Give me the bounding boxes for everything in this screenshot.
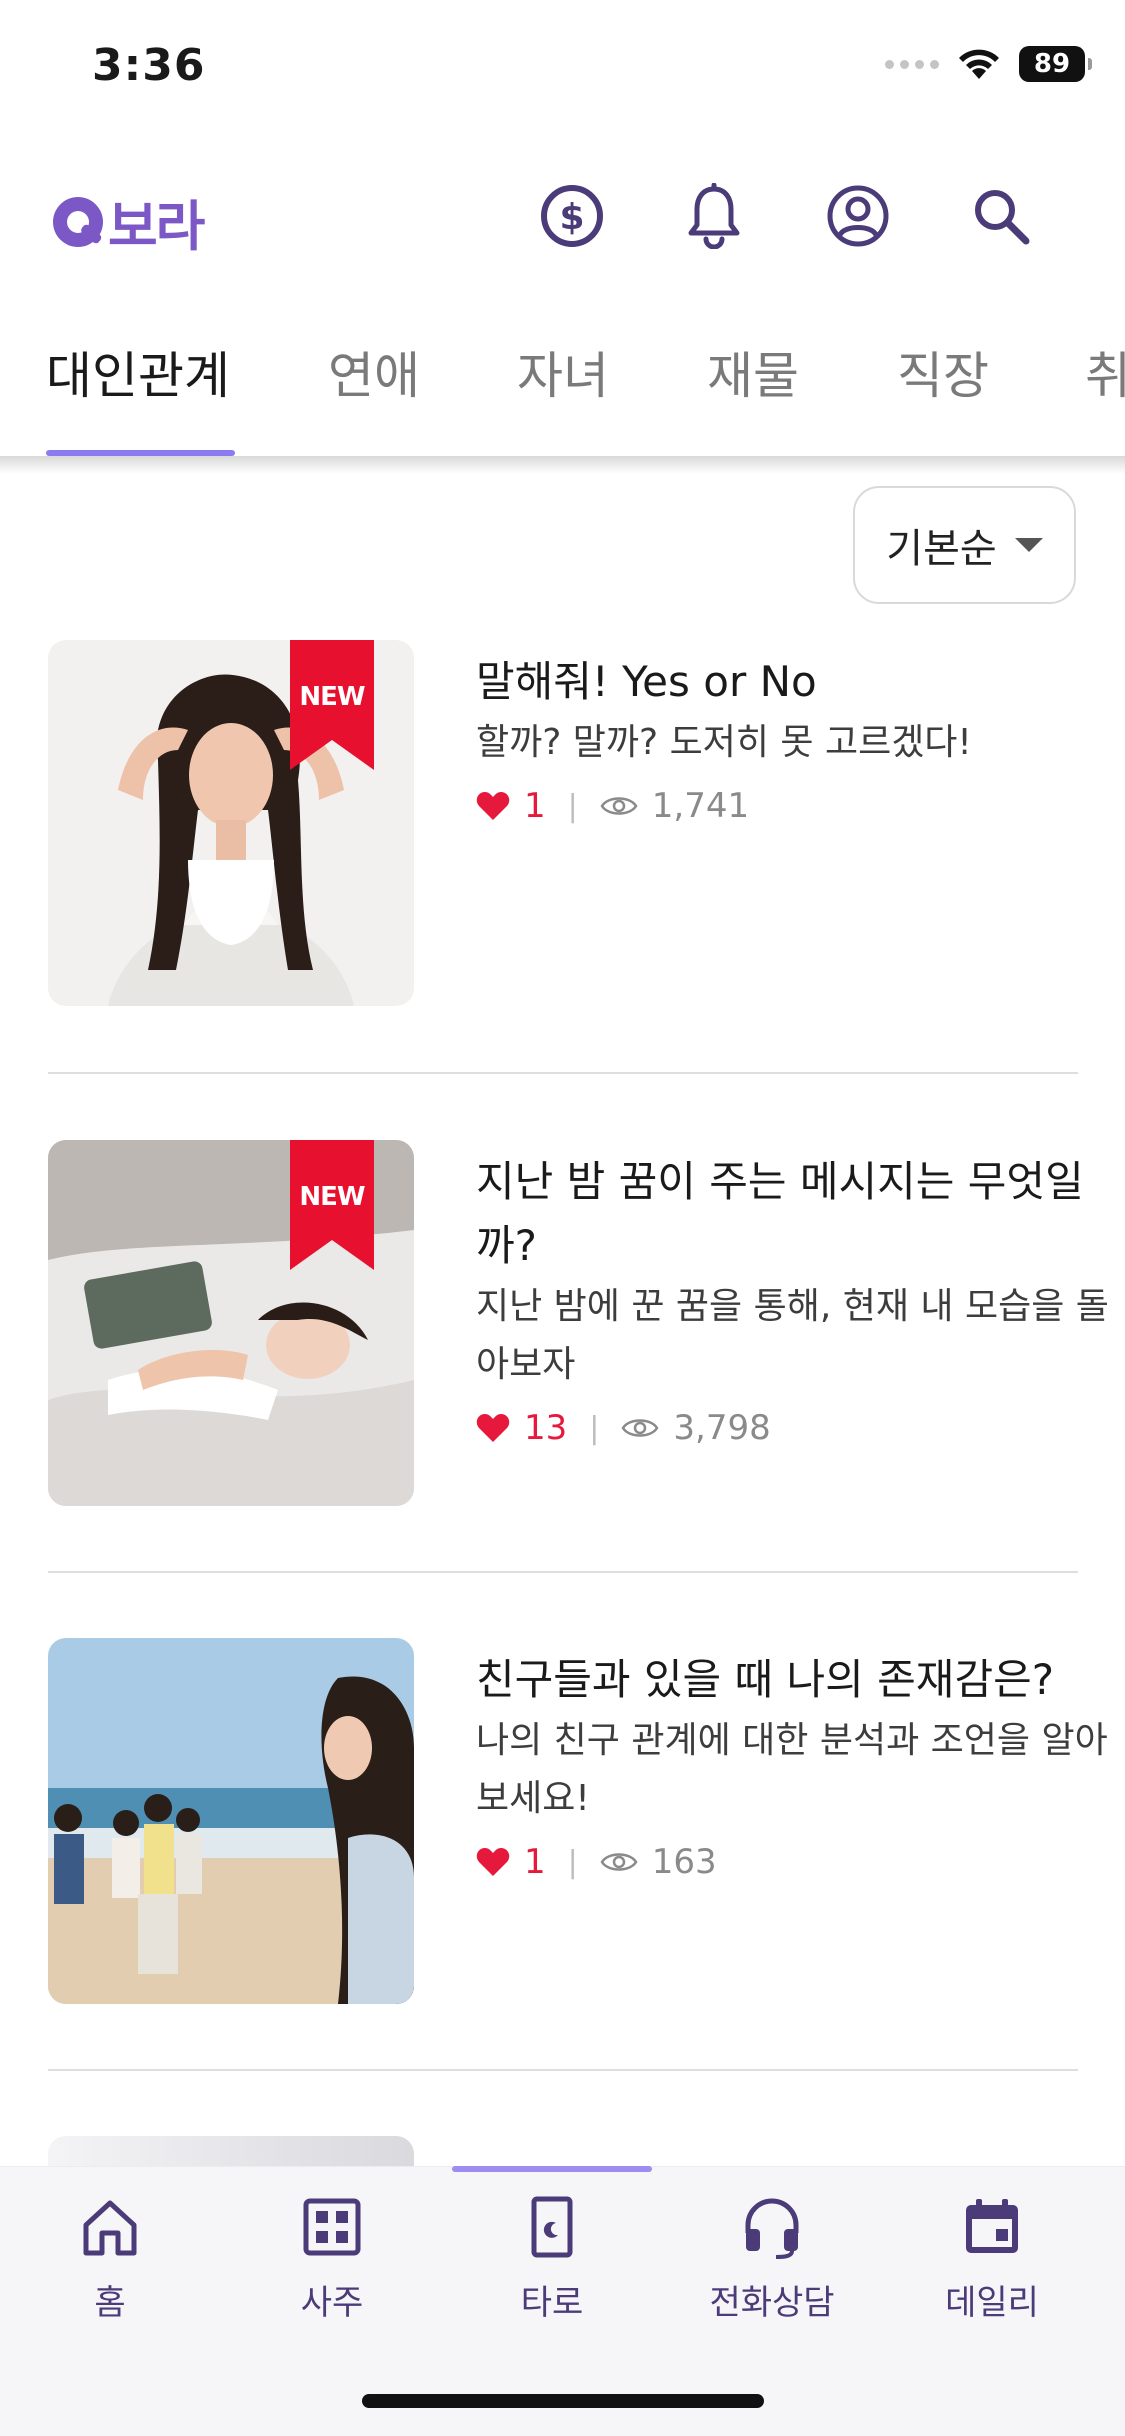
search-button[interactable] (965, 180, 1037, 252)
status-time: 3:36 (92, 40, 206, 91)
nav-saju[interactable]: 사주 (242, 2195, 422, 2324)
view-count: 3,798 (673, 1408, 771, 1448)
item-thumbnail: NEW (48, 640, 414, 1006)
category-tabs: 대인관계 연애 자녀 재물 직장 취 (0, 318, 1125, 458)
item-stats: 13 | 3,798 (476, 1408, 1125, 1448)
nav-home[interactable]: 홈 (20, 2195, 200, 2324)
item-thumbnail: NEW (48, 1140, 414, 1506)
eye-icon (621, 1419, 659, 1437)
tarot-card-icon (531, 2196, 573, 2258)
nav-phone-consult[interactable]: 전화상담 (682, 2195, 862, 2324)
coin-icon: $ (541, 185, 603, 247)
like-count: 13 (524, 1408, 568, 1448)
list-item-partial[interactable] (48, 2136, 414, 2166)
nav-label: 홈 (94, 2283, 126, 2323)
battery-indicator: 89 (1019, 46, 1092, 82)
item-description: 나의 친구 관계에 대한 분석과 조언을 알아보세요! (476, 1720, 1108, 1819)
eye-icon (600, 1853, 638, 1871)
wifi-icon (959, 49, 999, 79)
tab-wealth[interactable]: 재물 (707, 336, 799, 408)
tab-children[interactable]: 자녀 (517, 336, 609, 408)
tab-work[interactable]: 직장 (897, 336, 989, 408)
item-title: 말해줘! Yes or No (476, 657, 817, 706)
new-badge: NEW (290, 1140, 374, 1270)
nav-label: 데일리 (945, 2283, 1039, 2323)
nav-daily[interactable]: 데일리 (902, 2195, 1082, 2324)
item-text: 지난 밤 꿈이 주는 메시지는 무엇일까? 지난 밤에 꾼 꿈을 통해, 현재 … (476, 1150, 1125, 1448)
user-icon (827, 185, 889, 247)
item-stats: 1 | 1,741 (476, 786, 1125, 826)
nav-label: 사주 (300, 2283, 364, 2323)
caret-down-icon (1014, 538, 1043, 552)
app-header: 보라 $ (0, 160, 1125, 270)
divider (48, 2069, 1078, 2071)
coin-button[interactable]: $ (536, 180, 608, 252)
item-title: 지난 밤 꿈이 주는 메시지는 무엇일까? (476, 1157, 1084, 1270)
heart-icon (476, 1414, 510, 1442)
heart-icon (476, 1848, 510, 1876)
signal-icon (885, 59, 939, 69)
svg-text:$: $ (559, 197, 584, 238)
tab-relationships[interactable]: 대인관계 (46, 336, 230, 408)
heart-icon (476, 792, 510, 820)
logo-text: 보라 (108, 195, 205, 258)
grid-icon (303, 2198, 361, 2256)
divider (48, 1571, 1078, 1573)
tabs-shadow (0, 456, 1125, 474)
status-indicators: 89 (885, 46, 1092, 82)
notification-button[interactable] (678, 180, 750, 252)
like-count: 1 (524, 1842, 546, 1882)
status-bar: 3:36 89 (0, 0, 1125, 140)
item-thumbnail (48, 1638, 414, 2004)
home-icon (83, 2200, 137, 2256)
app-logo[interactable]: 보라 (48, 182, 205, 261)
list-item[interactable]: NEW 말해줘! Yes or No 할까? 말까? 도저히 못 고르겠다! 1… (48, 640, 1078, 1010)
nav-tarot[interactable]: 타로 (462, 2195, 642, 2324)
list-item[interactable]: 친구들과 있을 때 나의 존재감은? 나의 친구 관계에 대한 분석과 조언을 … (48, 1638, 1108, 2008)
view-count: 1,741 (651, 786, 750, 826)
separator: | (589, 1410, 600, 1446)
profile-button[interactable] (822, 180, 894, 252)
headset-icon (745, 2198, 799, 2259)
item-stats: 1 | 163 (476, 1842, 1125, 1882)
divider (48, 1072, 1078, 1074)
item-title: 친구들과 있을 때 나의 존재감은? (476, 1655, 1055, 1704)
home-indicator[interactable] (362, 2394, 764, 2408)
scroll-indicator (452, 2166, 652, 2172)
item-description: 할까? 말까? 도저히 못 고르겠다! (476, 722, 972, 763)
item-text: 말해줘! Yes or No 할까? 말까? 도저히 못 고르겠다! 1 | 1… (476, 650, 1125, 826)
tab-love[interactable]: 연애 (328, 336, 420, 408)
like-count: 1 (524, 786, 546, 826)
item-description: 지난 밤에 꾼 꿈을 통해, 현재 내 모습을 돌아보자 (476, 1286, 1109, 1385)
bell-icon (688, 183, 740, 249)
nav-label: 전화상담 (709, 2283, 835, 2323)
logo-icon (53, 196, 103, 247)
sort-label: 기본순 (886, 526, 997, 572)
search-icon (975, 190, 1030, 245)
calendar-icon (966, 2199, 1018, 2253)
item-text: 친구들과 있을 때 나의 존재감은? 나의 친구 관계에 대한 분석과 조언을 … (476, 1648, 1125, 1882)
sort-dropdown[interactable]: 기본순 (853, 486, 1076, 604)
nav-label: 타로 (520, 2283, 584, 2323)
view-count: 163 (651, 1842, 717, 1882)
list-item[interactable]: NEW 지난 밤 꿈이 주는 메시지는 무엇일까? 지난 밤에 꾼 꿈을 통해,… (48, 1140, 1109, 1510)
tab-hobby[interactable]: 취 (1085, 336, 1125, 408)
new-badge: NEW (290, 640, 374, 770)
separator: | (567, 788, 578, 824)
eye-icon (600, 797, 638, 815)
separator: | (567, 1844, 578, 1880)
